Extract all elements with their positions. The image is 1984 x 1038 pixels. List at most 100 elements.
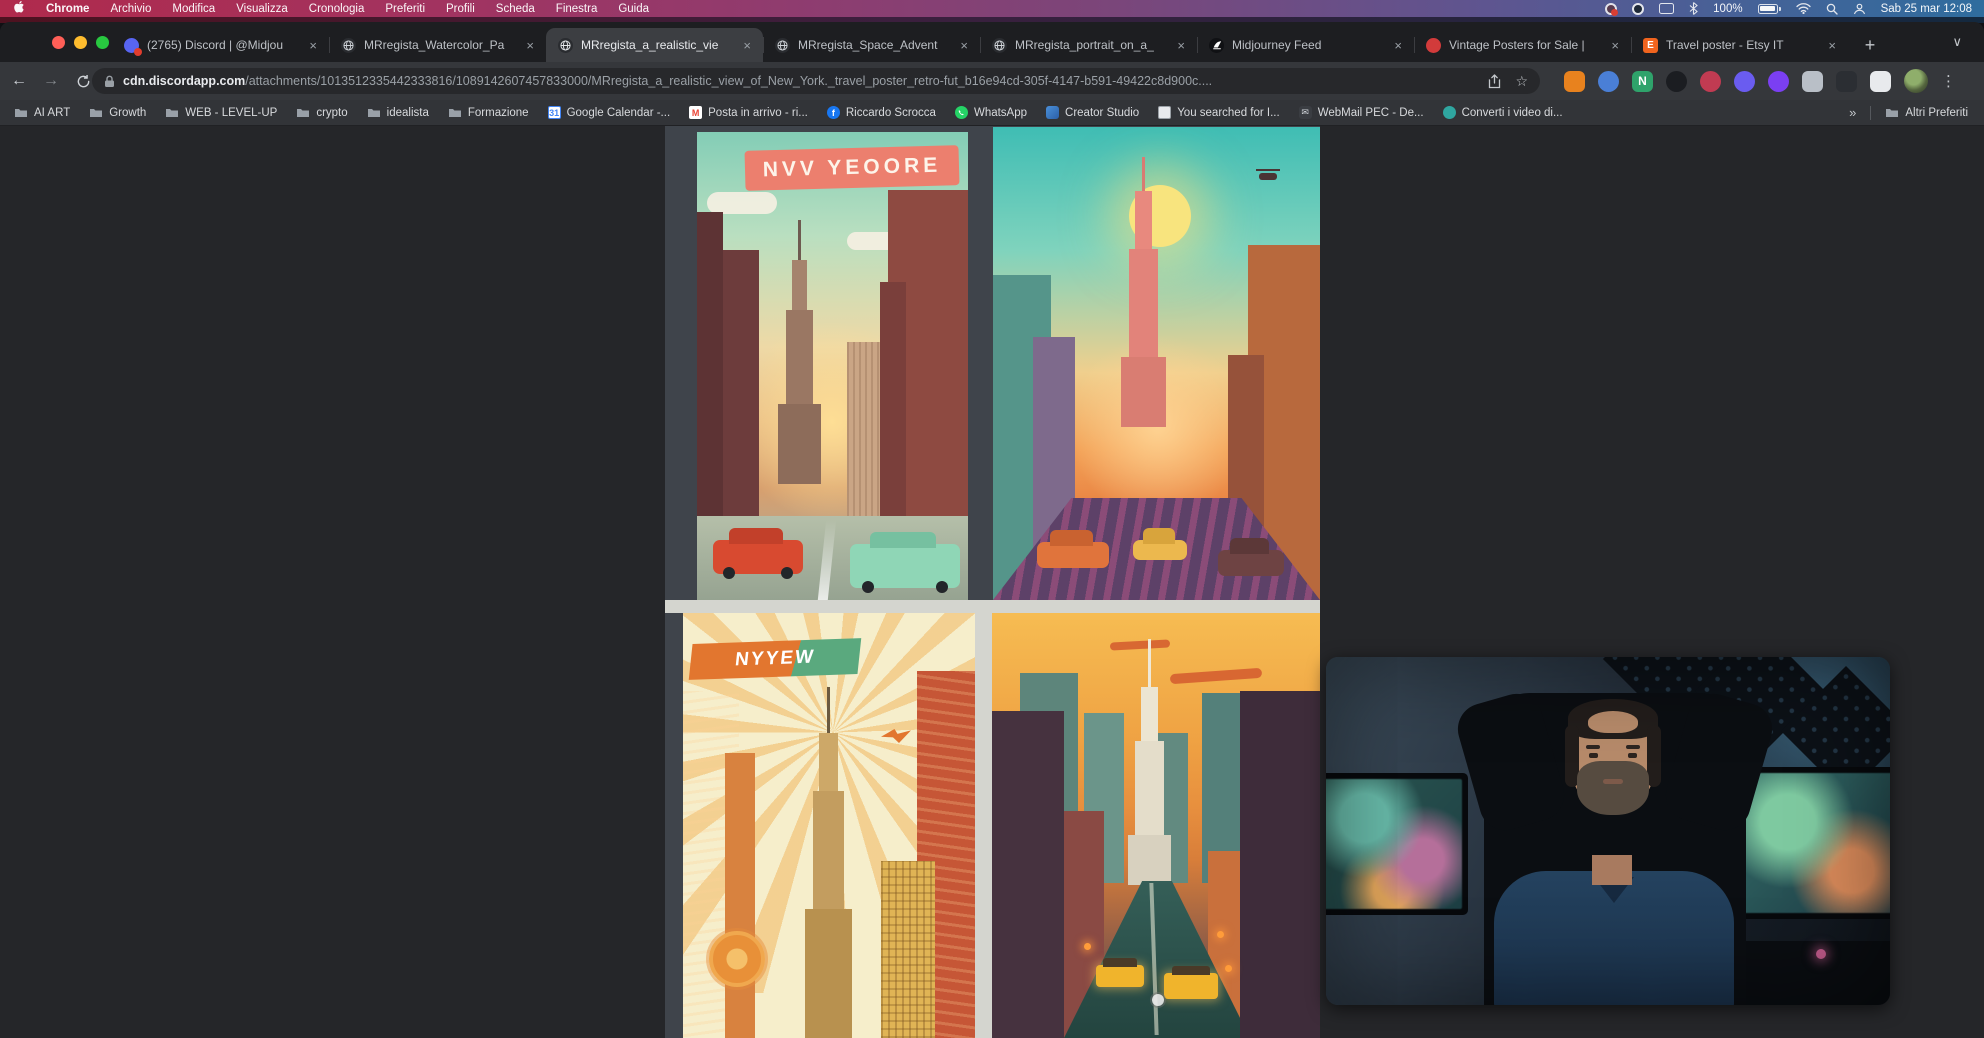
wifi-icon[interactable] [1796, 3, 1811, 14]
bookmarks-overflow-chevron[interactable]: » [1849, 105, 1856, 120]
dark-ghost-icon[interactable] [1836, 71, 1857, 92]
close-tab-icon[interactable]: × [1826, 38, 1838, 53]
yellow-building [881, 861, 935, 1038]
recording-status-icon[interactable] [1605, 3, 1617, 15]
other-bookmarks-folder[interactable]: Altri Preferiti [1885, 107, 1968, 119]
menu-item-modifica[interactable]: Modifica [172, 3, 215, 15]
empire-state-building [786, 310, 813, 406]
yellow-taxi [1164, 973, 1218, 999]
metamask-icon[interactable] [1564, 71, 1585, 92]
menu-item-finestra[interactable]: Finestra [556, 3, 598, 15]
display-icon[interactable] [1659, 3, 1674, 14]
tab-space-adventure[interactable]: MRregista_Space_Advent × [763, 28, 980, 62]
zoom-window-button[interactable] [96, 36, 109, 49]
tab-label: Midjourney Feed [1232, 38, 1384, 52]
menu-item-chrome[interactable]: Chrome [46, 3, 89, 15]
bookmark-whatsapp[interactable]: WhatsApp [955, 106, 1027, 119]
orange-car [1037, 542, 1109, 568]
bookmark-converti-video[interactable]: Converti i video di... [1443, 106, 1563, 119]
grid-gap [665, 600, 1320, 613]
gmail-icon: M [689, 106, 702, 119]
profile-avatar[interactable] [1904, 69, 1928, 93]
tab-etsy[interactable]: E Travel poster - Etsy IT × [1631, 28, 1848, 62]
bookmark-folder-formazione[interactable]: Formazione [448, 107, 529, 119]
back-button[interactable]: ← [6, 68, 32, 94]
browser-toolbar: ← → cdn.discordapp.com/attachments/10135… [0, 62, 1984, 100]
yellow-car [1133, 540, 1187, 560]
document-icon [1158, 106, 1171, 119]
share-icon[interactable] [1488, 74, 1501, 89]
folder-icon [165, 107, 179, 118]
minimize-window-button[interactable] [74, 36, 87, 49]
tab-label: Vintage Posters for Sale | [1449, 38, 1601, 52]
grid-icon[interactable] [1802, 71, 1823, 92]
bookmark-creator-studio[interactable]: Creator Studio [1046, 106, 1139, 119]
control-center-icon[interactable] [1853, 3, 1866, 15]
tab-vintage-posters[interactable]: Vintage Posters for Sale | × [1414, 28, 1631, 62]
tab-portrait[interactable]: MRregista_portrait_on_a_ × [980, 28, 1197, 62]
bookmark-folder-idealista[interactable]: idealista [367, 107, 429, 119]
blue-feather-icon[interactable] [1598, 71, 1619, 92]
webcam-overlay [1326, 657, 1890, 1005]
bookmark-webmail-pec[interactable]: ✉ WebMail PEC - De... [1299, 106, 1424, 119]
battery-percent-label: 100% [1713, 3, 1742, 15]
bookmark-you-searched[interactable]: You searched for I... [1158, 106, 1280, 119]
helicopter [1259, 173, 1277, 180]
bookmark-folder-ai-art[interactable]: AI ART [14, 107, 70, 119]
tab-realistic-view-active[interactable]: MRregista_a_realistic_vie × [546, 28, 763, 62]
bookmark-folder-web-level-up[interactable]: WEB - LEVEL-UP [165, 107, 277, 119]
new-tab-button[interactable]: + [1856, 31, 1884, 59]
close-tab-icon[interactable]: × [1609, 38, 1621, 53]
spotlight-search-icon[interactable] [1826, 3, 1838, 15]
menu-item-cronologia[interactable]: Cronologia [309, 3, 365, 15]
tab-midjourney-feed[interactable]: Midjourney Feed × [1197, 28, 1414, 62]
white-panel-icon[interactable] [1870, 71, 1891, 92]
facebook-icon: f [827, 106, 840, 119]
lock-icon[interactable] [104, 75, 115, 88]
bookmark-gmail-inbox[interactable]: M Posta in arrivo - ri... [689, 106, 808, 119]
page-content: NVV YEOORE [0, 126, 1984, 1038]
close-tab-icon[interactable]: × [524, 38, 536, 53]
menu-item-visualizza[interactable]: Visualizza [236, 3, 288, 15]
close-tab-icon[interactable]: × [307, 38, 319, 53]
tab-discord[interactable]: (2765) Discord | @Midjou × [112, 28, 329, 62]
forward-button[interactable]: → [38, 68, 64, 94]
dark-cat-icon[interactable] [1666, 71, 1687, 92]
chrome-menu-icon[interactable]: ⋮ [1941, 72, 1956, 90]
menu-bar-clock[interactable]: Sab 25 mar 12:08 [1881, 3, 1972, 15]
globe-favicon [775, 38, 790, 53]
red-key-icon[interactable] [1700, 71, 1721, 92]
apple-menu-icon[interactable] [14, 1, 25, 16]
video-converter-icon [1443, 106, 1456, 119]
menu-item-scheda[interactable]: Scheda [496, 3, 535, 15]
close-tab-icon[interactable]: × [1392, 38, 1404, 53]
close-tab-icon[interactable]: × [1175, 38, 1187, 53]
loom-purple-icon[interactable] [1734, 71, 1755, 92]
menu-item-archivio[interactable]: Archivio [110, 3, 151, 15]
tab-search-chevron-icon[interactable]: ∨ [1952, 34, 1962, 50]
bookmark-folder-crypto[interactable]: crypto [296, 107, 347, 119]
bookmark-star-icon[interactable]: ☆ [1515, 73, 1528, 90]
poster-title-ribbon: NYYEW [689, 638, 862, 680]
tab-watercolor[interactable]: MRregista_Watercolor_Pa × [329, 28, 546, 62]
menu-item-guida[interactable]: Guida [618, 3, 649, 15]
bookmarks-bar: AI ART Growth WEB - LEVEL-UP crypto idea… [0, 100, 1984, 126]
midjourney-sail-favicon [1209, 38, 1224, 53]
whatsapp-icon [955, 106, 968, 119]
bookmark-facebook-profile[interactable]: f Riccardo Scrocca [827, 106, 936, 119]
menu-item-preferiti[interactable]: Preferiti [385, 3, 425, 15]
tab-label: MRregista_a_realistic_vie [581, 38, 733, 52]
close-window-button[interactable] [52, 36, 65, 49]
battery-icon[interactable] [1758, 4, 1781, 14]
mint-vintage-car [850, 544, 960, 588]
close-tab-icon[interactable]: × [958, 38, 970, 53]
bluetooth-icon[interactable] [1689, 2, 1698, 15]
address-bar[interactable]: cdn.discordapp.com/attachments/101351233… [92, 68, 1540, 94]
screen-record-icon[interactable] [1632, 3, 1644, 15]
close-tab-icon[interactable]: × [741, 38, 753, 53]
bookmark-google-calendar[interactable]: 31 Google Calendar -... [548, 106, 671, 119]
violet-icon[interactable] [1768, 71, 1789, 92]
notion-green-icon[interactable]: N [1632, 71, 1653, 92]
bookmark-folder-growth[interactable]: Growth [89, 107, 146, 119]
menu-item-profili[interactable]: Profili [446, 3, 475, 15]
